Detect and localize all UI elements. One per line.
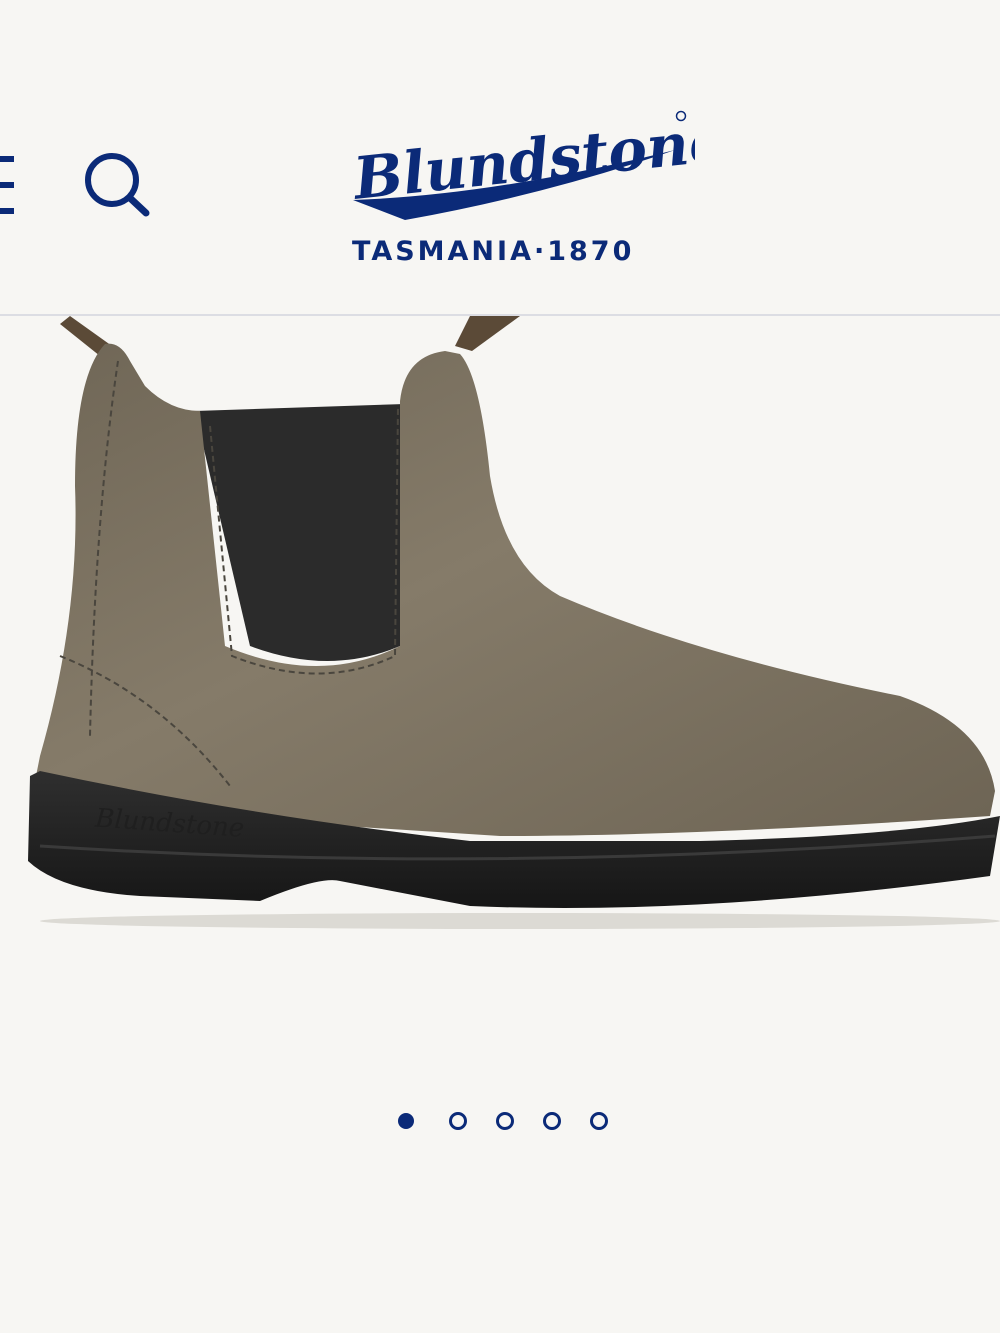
carousel-pagination	[0, 1112, 1000, 1140]
carousel-dot-4[interactable]	[543, 1112, 561, 1130]
carousel-dot-1[interactable]	[398, 1113, 414, 1129]
site-header: Blundstone TASMANIA·1870	[0, 0, 1000, 316]
product-image-gallery[interactable]: Blundstone	[0, 316, 1000, 1076]
carousel-dot-3[interactable]	[496, 1112, 514, 1130]
product-image[interactable]: Blundstone	[0, 316, 1000, 956]
hamburger-menu-icon[interactable]	[0, 156, 16, 214]
carousel-dot-5[interactable]	[590, 1112, 608, 1130]
brand-tagline: TASMANIA·1870	[352, 236, 635, 267]
carousel-dot-2[interactable]	[449, 1112, 467, 1130]
search-icon[interactable]	[82, 150, 152, 220]
